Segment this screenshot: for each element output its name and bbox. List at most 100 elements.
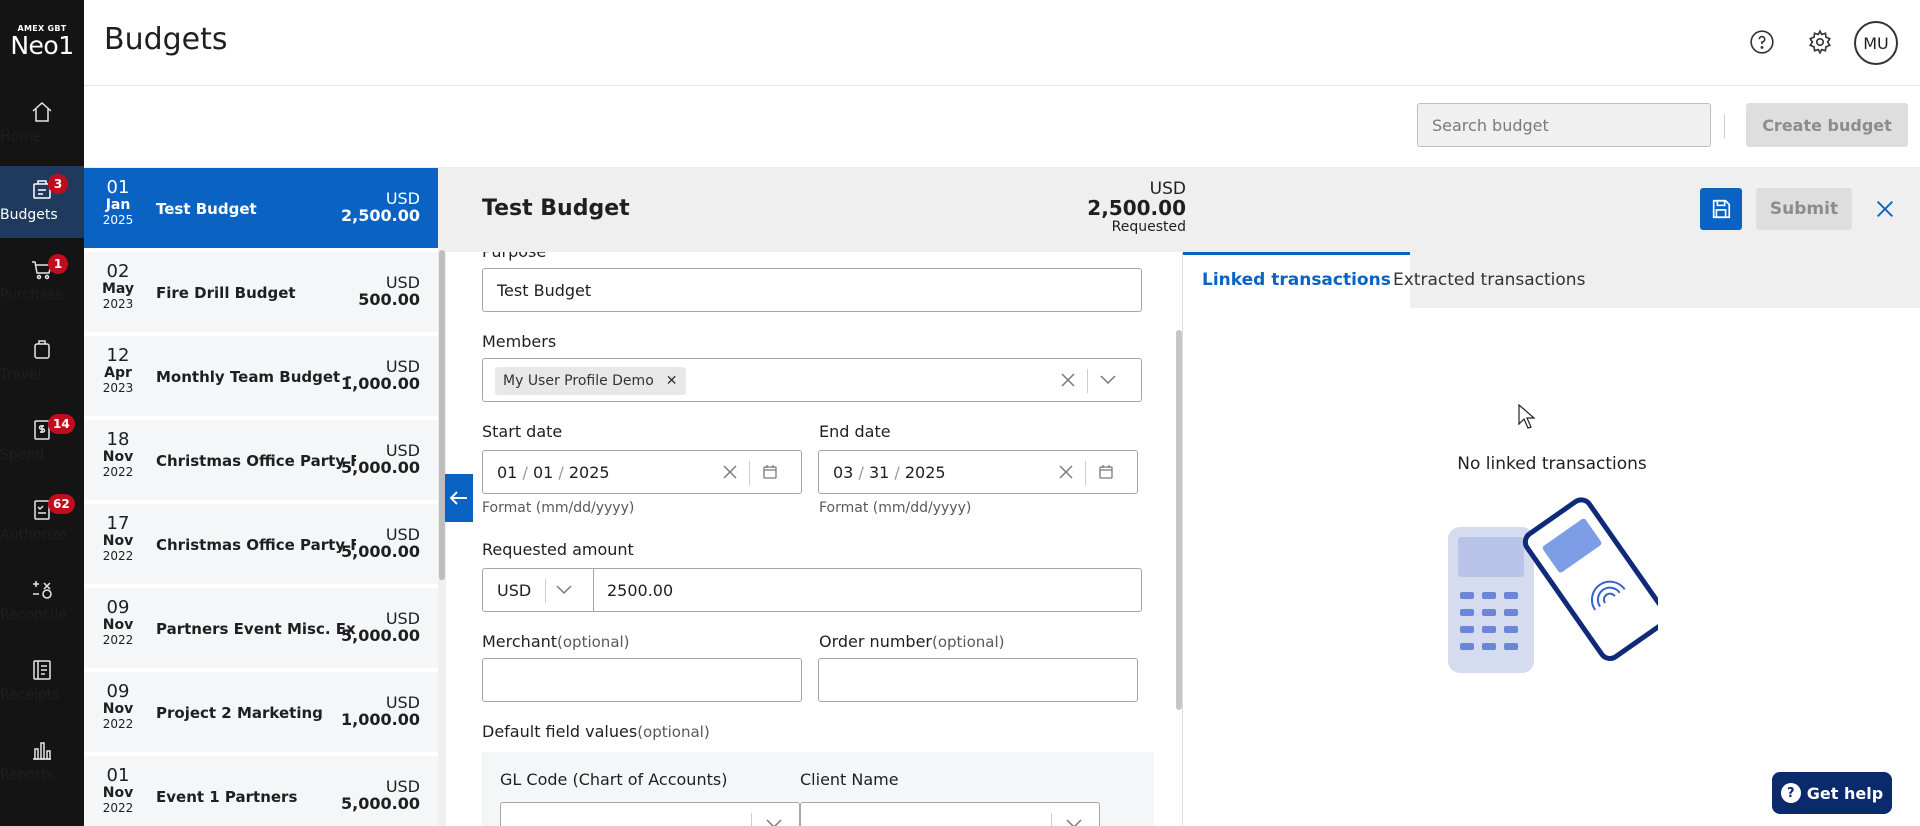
budget-amount: USD 5,000.00: [341, 441, 420, 477]
search-budget-input[interactable]: [1417, 103, 1711, 147]
bar-chart-icon: [33, 742, 51, 760]
budget-amount: USD 5,000.00: [341, 777, 420, 813]
clear-date-icon[interactable]: [719, 461, 741, 483]
budget-amount: USD 5,000.00: [341, 525, 420, 561]
order-number-input[interactable]: [818, 658, 1138, 702]
nav-item-authorize[interactable]: 62 Authorize: [0, 486, 84, 558]
requested-amount-field: USD 2500.00: [482, 568, 1142, 612]
budget-list-item[interactable]: 12 Apr 2023 Monthly Team Budget - Apri U…: [84, 336, 438, 418]
detail-title: Test Budget: [482, 196, 630, 221]
clear-date-icon[interactable]: [1055, 461, 1077, 483]
budget-date: 18 Nov 2022: [102, 429, 134, 480]
members-label: Members: [482, 332, 557, 351]
chevron-down-icon[interactable]: [553, 579, 575, 601]
settings-gear-icon[interactable]: [1804, 26, 1836, 58]
client-name-label: Client Name: [800, 770, 899, 789]
get-help-button[interactable]: ? Get help: [1772, 772, 1892, 814]
nav-item-purchase[interactable]: 1 Purchase: [0, 246, 84, 318]
members-select[interactable]: My User Profile Demo ✕: [482, 358, 1142, 402]
budget-date: 02 May 2023: [101, 261, 135, 312]
budget-name: Partners Event Misc. Exp: [156, 620, 356, 638]
calendar-icon[interactable]: [759, 461, 781, 483]
budget-amount: USD 2,500.00: [341, 189, 420, 225]
budget-list-item[interactable]: 09 Nov 2022 Partners Event Misc. Exp USD…: [84, 588, 438, 670]
transactions-panel: Linked transactions Extracted transactio…: [1182, 252, 1920, 826]
badge-count: 3: [48, 174, 68, 194]
save-button[interactable]: [1700, 188, 1742, 230]
end-date-input[interactable]: 03 / 31 / 2025: [818, 450, 1138, 494]
budget-list: 01 Jan 2025 Test Budget USD 2,500.00 02 …: [84, 168, 438, 826]
collapse-list-button[interactable]: [445, 474, 473, 522]
toolbar-divider: [1724, 114, 1725, 138]
budget-name: Christmas Office Party Fooc: [156, 536, 356, 554]
app-logo[interactable]: AMEX GBT Neo1: [0, 24, 84, 59]
transactions-tabs: Linked transactions Extracted transactio…: [1183, 252, 1920, 308]
receipts-icon: [33, 660, 51, 680]
budget-list-item[interactable]: 17 Nov 2022 Christmas Office Party Fooc …: [84, 504, 438, 586]
purpose-input[interactable]: Test Budget: [482, 268, 1142, 312]
chevron-down-icon[interactable]: [763, 813, 785, 826]
page-header: Budgets MU: [84, 0, 1920, 86]
field-divider: [751, 813, 752, 826]
budget-date: 01 Nov 2022: [102, 765, 134, 816]
budget-date: 17 Nov 2022: [102, 513, 134, 564]
chip-remove-icon[interactable]: ✕: [666, 373, 678, 389]
left-nav-rail: AMEX GBT Neo1 Home 3 Budgets 1 Purchase …: [0, 0, 84, 826]
field-divider: [1051, 813, 1052, 826]
badge-count: 14: [48, 414, 75, 434]
budget-amount: USD 1,000.00: [341, 693, 420, 729]
gl-code-select[interactable]: [500, 802, 800, 826]
budget-form: Purpose Test Budget Members My User Prof…: [446, 252, 1182, 826]
help-icon[interactable]: [1746, 26, 1778, 58]
field-divider: [1085, 461, 1086, 485]
requested-amount-label: Requested amount: [482, 540, 634, 559]
budget-list-item[interactable]: 09 Nov 2022 Project 2 Marketing USD 1,00…: [84, 672, 438, 754]
nav-item-receipts[interactable]: Receipts: [0, 646, 84, 718]
nav-item-budgets[interactable]: 3 Budgets: [0, 166, 84, 238]
budget-date: 12 Apr 2023: [102, 345, 134, 396]
field-divider: [1087, 369, 1088, 393]
page-title: Budgets: [104, 22, 228, 57]
start-date-input[interactable]: 01 / 01 / 2025: [482, 450, 802, 494]
merchant-input[interactable]: [482, 658, 802, 702]
budget-name: Monthly Team Budget - Apri: [156, 368, 356, 386]
budget-amount: USD 500.00: [358, 273, 420, 309]
list-scrollbar-thumb[interactable]: [439, 250, 445, 580]
merchant-label: Merchant(optional): [482, 632, 630, 651]
amount-input[interactable]: 2500.00: [607, 581, 673, 600]
budget-name: Event 1 Partners: [156, 788, 298, 806]
budget-list-item[interactable]: 01 Jan 2025 Test Budget USD 2,500.00: [84, 168, 438, 250]
calendar-icon[interactable]: [1095, 461, 1117, 483]
chevron-down-icon[interactable]: [1063, 813, 1085, 826]
nav-item-home[interactable]: Home: [0, 88, 84, 160]
budget-name: Project 2 Marketing: [156, 704, 323, 722]
nav-item-spend[interactable]: 14 Spend: [0, 406, 84, 478]
nav-item-reports[interactable]: Reports: [0, 726, 84, 798]
end-date-format-hint: Format (mm/dd/yyyy): [819, 500, 972, 516]
budget-name: Christmas Office Party Fooc: [156, 452, 356, 470]
clear-icon[interactable]: [1057, 369, 1079, 391]
field-divider: [593, 569, 594, 611]
chevron-down-icon[interactable]: [1097, 369, 1119, 391]
client-name-select[interactable]: [800, 802, 1100, 826]
order-number-label: Order number(optional): [819, 632, 1005, 651]
home-icon: [32, 101, 52, 122]
create-budget-button[interactable]: Create budget: [1746, 103, 1908, 147]
budget-list-item[interactable]: 18 Nov 2022 Christmas Office Party Fooc …: [84, 420, 438, 502]
currency-select[interactable]: USD: [497, 581, 531, 600]
nav-item-travel[interactable]: Travel: [0, 326, 84, 398]
floppy-save-icon: [1712, 199, 1731, 219]
budget-list-item[interactable]: 01 Nov 2022 Event 1 Partners USD 5,000.0…: [84, 756, 438, 826]
reconcile-icon: [33, 581, 52, 599]
budget-detail-header: Test Budget USD 2,500.00 Requested Submi…: [446, 168, 1920, 252]
member-chip: My User Profile Demo ✕: [495, 367, 686, 395]
tab-extracted-transactions[interactable]: Extracted transactions: [1374, 252, 1604, 308]
badge-count: 62: [48, 494, 75, 514]
budget-name: Test Budget: [156, 200, 257, 218]
nav-item-reconcile[interactable]: Reconcile: [0, 566, 84, 638]
mouse-cursor-icon: [1518, 404, 1536, 429]
user-avatar[interactable]: MU: [1854, 21, 1898, 65]
close-icon[interactable]: [1866, 190, 1904, 228]
budget-list-item[interactable]: 02 May 2023 Fire Drill Budget USD 500.00: [84, 252, 438, 334]
submit-button[interactable]: Submit: [1756, 188, 1852, 230]
